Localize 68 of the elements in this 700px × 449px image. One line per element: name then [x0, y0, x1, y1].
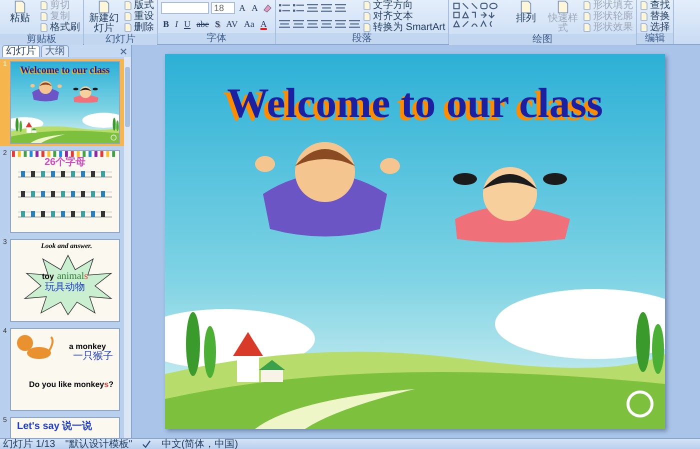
- paragraph-tool-icon[interactable]: [349, 18, 360, 30]
- paragraph-tool-icon[interactable]: [335, 2, 346, 14]
- paragraph-tool-icon[interactable]: [279, 18, 290, 30]
- format-button[interactable]: B: [161, 18, 172, 30]
- format-button[interactable]: I: [173, 18, 180, 30]
- format-button[interactable]: A: [258, 18, 269, 30]
- font-size-field[interactable]: 18: [211, 2, 235, 14]
- page-icon: [520, 0, 532, 14]
- ribbon-button[interactable]: 粘贴: [3, 0, 37, 34]
- eraser-icon[interactable]: [262, 3, 272, 13]
- thumbnail-heading: Let's say 说一说: [17, 421, 92, 432]
- status-text: 幻灯片 1/13: [3, 438, 56, 449]
- ribbon-button[interactable]: 查找: [640, 0, 670, 11]
- status-text: 中文(简体，中国): [161, 438, 238, 449]
- thumbnail-caption: 玩具动物: [45, 282, 85, 294]
- ribbon-button[interactable]: 格式刷: [40, 22, 80, 33]
- group-label: 编辑: [637, 33, 674, 44]
- paragraph-tool-icon[interactable]: [321, 18, 332, 30]
- paragraph-tool-icon[interactable]: [321, 2, 332, 14]
- slide-title: Welcome to our class: [227, 80, 603, 128]
- paragraph-tool-icon[interactable]: [293, 2, 304, 14]
- group-label: 绘图: [449, 34, 636, 45]
- ribbon-button[interactable]: 对齐文本: [363, 11, 446, 22]
- paragraph-tool-icon[interactable]: [335, 18, 346, 30]
- paragraph-tool-icon[interactable]: [307, 18, 318, 30]
- thumbnail-word: toy: [42, 272, 54, 282]
- ribbon-button[interactable]: 选择: [640, 22, 670, 33]
- format-button[interactable]: A: [250, 2, 260, 14]
- ribbon-button[interactable]: 排列: [509, 0, 544, 34]
- panel-tab[interactable]: 大纲: [41, 45, 69, 57]
- thumbnail-heading: a monkey: [69, 341, 106, 351]
- page-icon: [557, 0, 570, 14]
- panel-tab[interactable]: 幻灯片: [2, 45, 40, 57]
- page-icon: [98, 0, 110, 14]
- ribbon-button[interactable]: 转换为 SmartArt: [363, 22, 446, 33]
- paragraph-tool-icon[interactable]: [293, 18, 304, 30]
- slide-thumbnail[interactable]: a monkey 一只猴子 Do you like monkeys?: [10, 328, 120, 411]
- paragraph-tool-icon[interactable]: [307, 2, 318, 14]
- group-label: 剪贴板: [0, 34, 83, 45]
- format-button[interactable]: S: [213, 18, 222, 30]
- format-button[interactable]: AV: [224, 18, 240, 30]
- ribbon-button[interactable]: 替换: [640, 11, 670, 22]
- format-button[interactable]: A: [237, 2, 248, 14]
- spellcheck-icon[interactable]: [142, 440, 152, 448]
- thumbnail-title: 26个字母: [44, 157, 86, 169]
- thumbnail-word: animals: [56, 272, 88, 282]
- status-text: "默认设计模板": [65, 438, 132, 449]
- slide-thumbnail[interactable]: 26个字母: [10, 150, 120, 233]
- thumbnail-question: Do you like monkeys?: [29, 379, 114, 391]
- format-button[interactable]: abe: [194, 18, 212, 30]
- scrollbar[interactable]: [124, 57, 131, 438]
- slide-thumbnail[interactable]: Let's say 说一说: [10, 417, 120, 438]
- group-label: 幻灯片: [84, 34, 157, 45]
- ribbon-button[interactable]: 版式: [124, 0, 154, 11]
- font-name-field[interactable]: [161, 2, 209, 14]
- page-icon: [14, 0, 26, 14]
- paragraph-tool-icon[interactable]: [279, 2, 290, 14]
- ribbon-button[interactable]: 重设: [124, 11, 154, 22]
- format-button[interactable]: Aa: [242, 18, 256, 30]
- format-button[interactable]: U: [182, 18, 193, 30]
- ribbon-button[interactable]: 新建幻灯片: [87, 0, 121, 34]
- thumbnail-caption: 一只猴子: [73, 351, 113, 362]
- group-label: 段落: [276, 33, 448, 44]
- slide-thumbnail[interactable]: Welcome to our class: [10, 61, 120, 144]
- ribbon-button[interactable]: 删除: [124, 22, 154, 33]
- close-icon[interactable]: [120, 48, 127, 55]
- group-label: 字体: [158, 33, 275, 44]
- thumbnail-title: Welcome to our class: [20, 65, 110, 76]
